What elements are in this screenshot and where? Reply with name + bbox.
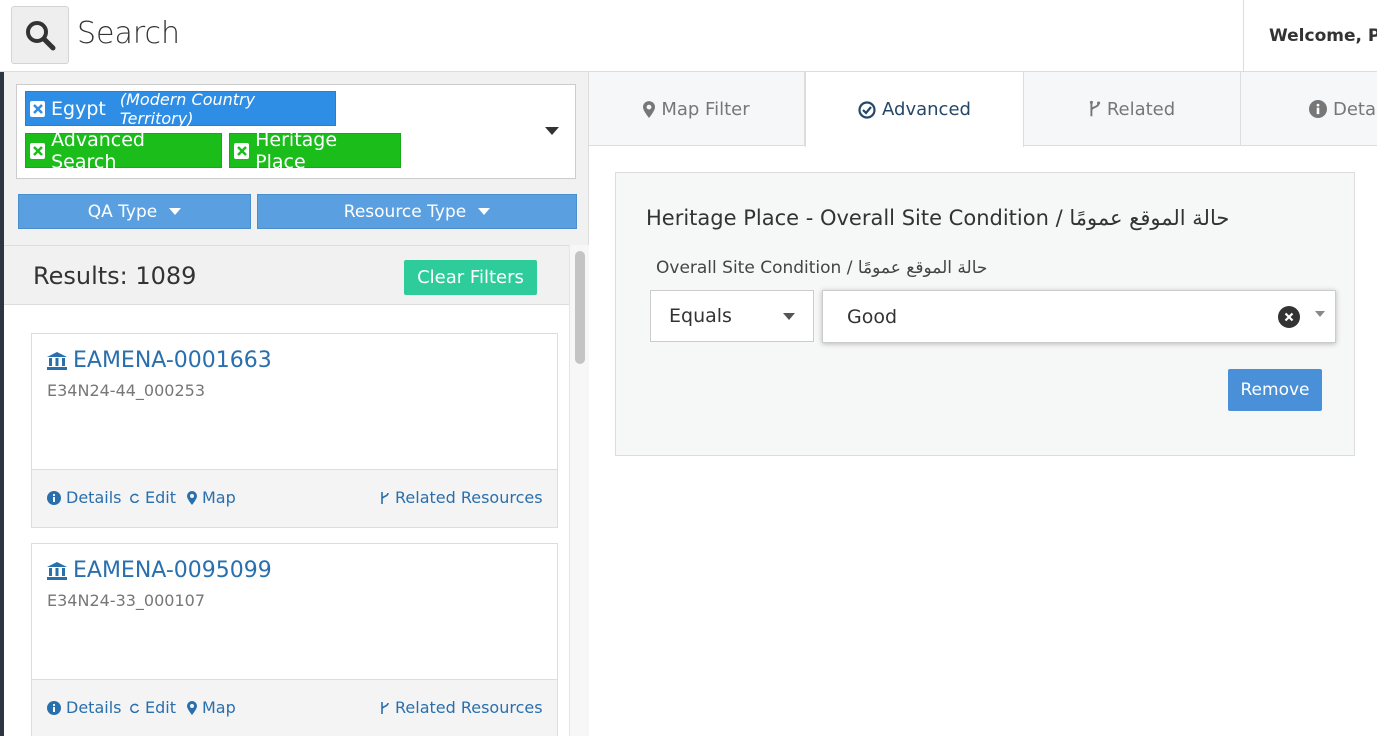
map-link[interactable]: Map <box>187 488 236 507</box>
filter-tag-sublabel: (Modern Country Territory) <box>119 89 256 128</box>
chevron-down-icon[interactable] <box>545 127 559 135</box>
result-subtitle: E34N24-44_000253 <box>47 381 206 400</box>
details-link[interactable]: Details <box>47 698 121 717</box>
scrollbar-thumb[interactable] <box>575 251 585 364</box>
edit-link[interactable]: Edit <box>130 698 176 717</box>
result-card-actions: Details Edit Map Related Resources <box>32 469 557 527</box>
info-icon <box>1309 100 1327 118</box>
results-count: Results: 1089 <box>33 262 197 290</box>
info-icon <box>47 490 61 505</box>
qa-type-label: QA Type <box>87 201 158 222</box>
search-icon <box>26 21 56 51</box>
filter-tag-egypt[interactable]: Egypt (Modern Country Territory) <box>25 89 336 128</box>
branch-icon <box>380 701 390 715</box>
related-label: Related Resources <box>395 488 543 507</box>
tab-label: Advanced <box>882 99 971 120</box>
remove-tag-icon[interactable] <box>234 142 250 159</box>
remove-button[interactable]: Remove <box>1228 369 1322 411</box>
map-marker-icon <box>187 490 197 505</box>
welcome-user[interactable]: Welcome, Pa <box>1243 0 1377 72</box>
details-link[interactable]: Details <box>47 488 121 507</box>
tab-details[interactable]: Detai <box>1241 72 1377 146</box>
filter-tag-label: Heritage Place <box>255 128 338 173</box>
details-label: Details <box>66 698 122 717</box>
result-title: EAMENA-0095099 <box>73 558 272 583</box>
filter-tag-advanced-search[interactable]: Advanced Search <box>25 129 222 173</box>
refresh-icon <box>130 493 140 503</box>
related-resources-link[interactable]: Related Resources <box>380 488 543 507</box>
field-label: Overall Site Condition / حالة الموقع عمو… <box>656 258 988 278</box>
results-list: EAMENA-0001663 E34N24-44_000253 Details … <box>4 305 569 736</box>
result-title: EAMENA-0001663 <box>73 348 272 373</box>
result-title-link[interactable]: EAMENA-0001663 <box>47 348 272 373</box>
result-card: EAMENA-0001663 E34N24-44_000253 Details … <box>31 333 558 528</box>
result-subtitle: E34N24-33_000107 <box>47 591 206 610</box>
resource-type-dropdown[interactable]: Resource Type <box>257 194 577 229</box>
check-circle-icon <box>858 100 876 119</box>
result-card: EAMENA-0095099 E34N24-33_000107 Details … <box>31 543 558 736</box>
edit-label: Edit <box>145 488 176 507</box>
filter-tag-label: Advanced Search <box>51 128 145 173</box>
branch-icon <box>1089 100 1101 118</box>
header: Search Welcome, Pa <box>0 0 1377 72</box>
map-link[interactable]: Map <box>187 698 236 717</box>
resource-type-label: Resource Type <box>343 201 467 222</box>
edit-label: Edit <box>145 698 176 717</box>
tab-map-filter[interactable]: Map Filter <box>589 72 805 146</box>
related-resources-link[interactable]: Related Resources <box>380 698 543 717</box>
qa-type-dropdown[interactable]: QA Type <box>18 194 251 229</box>
clear-filters-button[interactable]: Clear Filters <box>404 260 537 295</box>
caret-down-icon <box>169 208 182 215</box>
building-icon <box>47 351 67 370</box>
refresh-icon <box>130 703 140 713</box>
tab-label: Related <box>1106 98 1176 120</box>
filter-tabs: Map Filter Advanced Related Detai <box>589 72 1377 147</box>
operator-select[interactable]: Equals <box>650 290 814 342</box>
tab-related[interactable]: Related <box>1024 72 1241 146</box>
search-results-panel: Egypt (Modern Country Territory) Advance… <box>4 72 589 736</box>
clear-value-icon[interactable] <box>1278 306 1300 328</box>
results-scrollbar[interactable] <box>569 245 589 736</box>
tab-label: Detai <box>1333 98 1377 120</box>
result-card-actions: Details Edit Map Related Resources <box>32 679 557 736</box>
search-button[interactable] <box>11 6 69 64</box>
condition-value-select[interactable]: Good <box>822 290 1336 343</box>
caret-down-icon[interactable] <box>1315 311 1325 317</box>
remove-tag-icon[interactable] <box>30 142 46 159</box>
caret-down-icon <box>783 313 795 320</box>
branch-icon <box>380 491 390 505</box>
result-title-link[interactable]: EAMENA-0095099 <box>47 558 272 583</box>
related-label: Related Resources <box>395 698 543 717</box>
results-bar: Results: 1089 Clear Filters <box>4 245 569 305</box>
map-marker-icon <box>187 700 197 715</box>
remove-tag-icon[interactable] <box>30 100 46 117</box>
details-label: Details <box>66 488 122 507</box>
tab-label: Map Filter <box>661 98 750 120</box>
advanced-search-panel: Heritage Place - Overall Site Condition … <box>615 172 1355 456</box>
filter-tags-box[interactable]: Egypt (Modern Country Territory) Advance… <box>16 84 576 179</box>
edit-link[interactable]: Edit <box>130 488 176 507</box>
condition-value: Good <box>847 305 898 328</box>
operator-value: Equals <box>669 305 732 327</box>
tab-advanced[interactable]: Advanced <box>805 72 1024 147</box>
filter-tag-label: Egypt <box>51 97 106 120</box>
caret-down-icon <box>478 208 491 215</box>
filter-tag-heritage-place[interactable]: Heritage Place <box>229 129 401 173</box>
panel-title: Heritage Place - Overall Site Condition … <box>646 206 1230 230</box>
building-icon <box>47 561 67 580</box>
page-title: Search <box>77 16 181 51</box>
map-label: Map <box>202 698 236 717</box>
map-label: Map <box>202 488 236 507</box>
info-icon <box>47 700 61 715</box>
map-marker-icon <box>643 100 656 118</box>
